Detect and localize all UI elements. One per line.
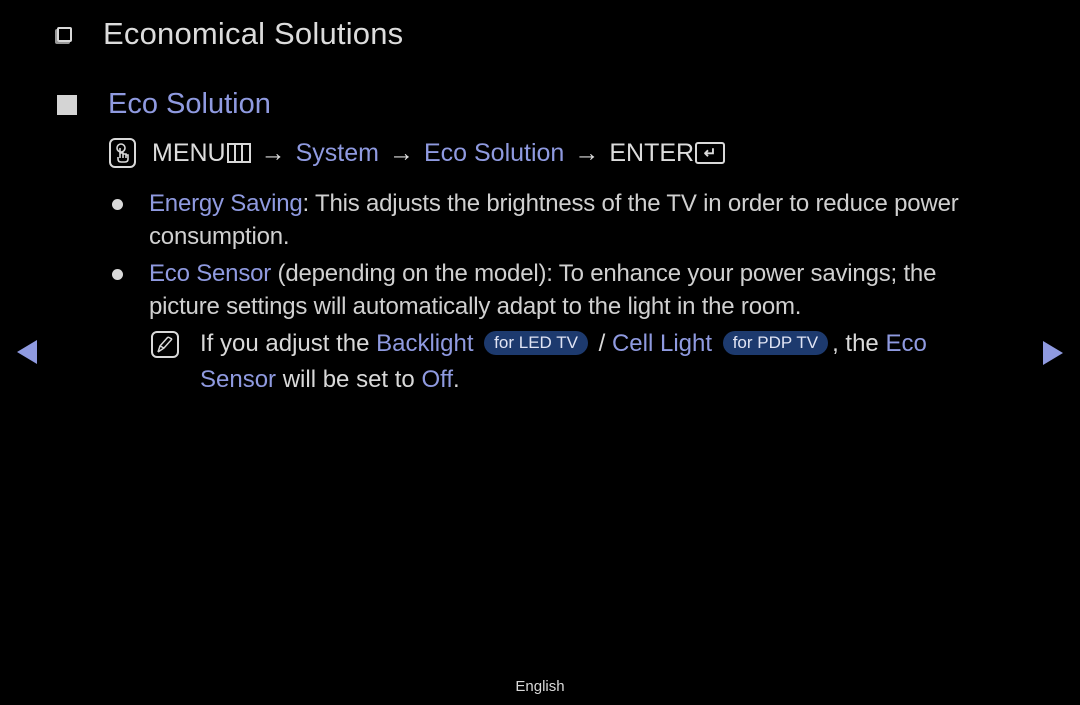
path-system: System — [295, 138, 379, 167]
note-text: If you adjust the — [200, 330, 377, 357]
bullet-dot-icon — [112, 269, 123, 280]
enter-icon: ↵ — [695, 142, 726, 164]
next-page-arrow-icon[interactable] — [1043, 341, 1063, 365]
note: If you adjust the Backlight for LED TV /… — [151, 326, 1001, 398]
bullet-energy-saving: Energy Saving: This adjusts the brightne… — [112, 187, 992, 253]
box-filled-icon — [57, 94, 77, 115]
term-energy-saving: Energy Saving — [149, 190, 303, 217]
remote-hand-icon — [109, 138, 136, 168]
note-text: . — [453, 366, 460, 393]
menu-label: MENU — [152, 138, 226, 167]
arrow: → — [574, 138, 600, 167]
term-backlight: Backlight — [376, 330, 474, 357]
note-text: / — [591, 330, 612, 357]
subsection-title: Eco Solution — [108, 88, 271, 120]
section-heading: Economical Solutions — [57, 16, 403, 52]
note-text: will be set to — [276, 366, 422, 393]
term-eco-sensor: Eco Sensor — [149, 260, 272, 287]
section-title: Economical Solutions — [103, 16, 404, 51]
box-outline-icon — [57, 26, 72, 42]
bullet-eco-sensor: Eco Sensor (depending on the model): To … — [112, 257, 1012, 323]
arrow: → — [388, 138, 414, 167]
subsection-heading: Eco Solution — [57, 88, 271, 121]
path-eco-solution: Eco Solution — [423, 138, 565, 167]
bullet-dot-icon — [112, 199, 123, 210]
badge-pdp-tv: for PDP TV — [722, 331, 829, 355]
enter-label: ENTER — [609, 138, 695, 167]
value-off: Off — [421, 366, 454, 393]
badge-led-tv: for LED TV — [484, 331, 588, 355]
menu-path: MENU → System → Eco Solution → ENTER ↵ — [109, 138, 726, 168]
note-text: , the — [832, 330, 886, 357]
menu-icon — [226, 143, 251, 163]
note-pencil-icon — [151, 331, 179, 358]
arrow: → — [260, 138, 286, 167]
footer-language: English — [515, 678, 565, 695]
term-cell-light: Cell Light — [611, 330, 713, 357]
previous-page-arrow-icon[interactable] — [17, 340, 37, 364]
